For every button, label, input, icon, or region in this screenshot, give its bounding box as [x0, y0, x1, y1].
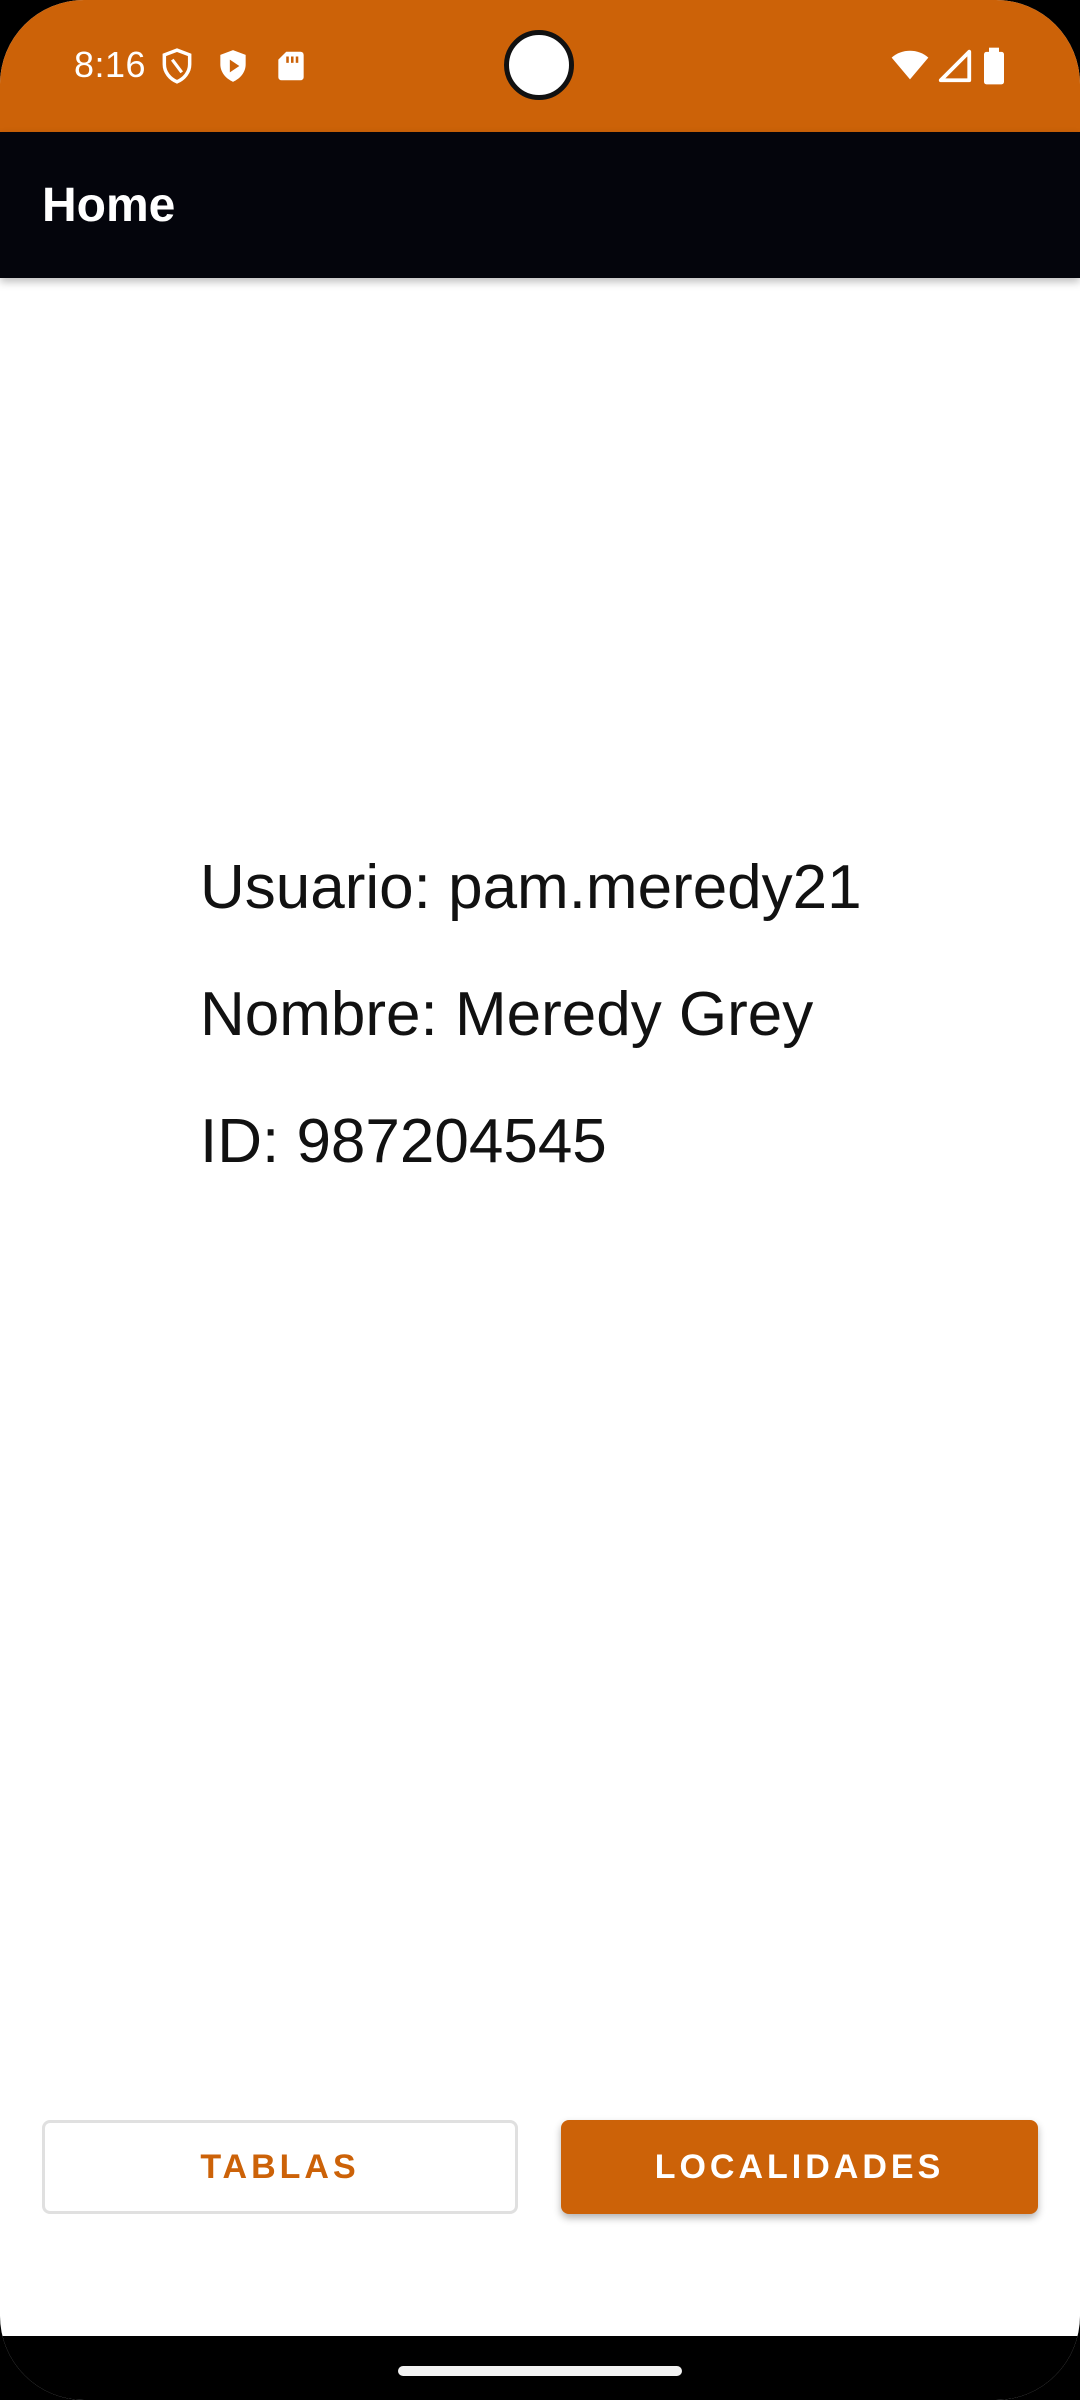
sd-card-icon — [272, 46, 310, 86]
usuario-text: Usuario: pam.meredy21 — [200, 853, 862, 922]
wifi-icon — [888, 46, 932, 86]
camera-cutout — [504, 30, 574, 100]
tablas-button[interactable]: TABLAS — [42, 2120, 518, 2214]
phone-screen: 8:16 Home Usuario: pam.meredy21 Nombre: … — [0, 0, 1080, 2400]
localidades-button[interactable]: LOCALIDADES — [561, 2120, 1038, 2214]
signal-icon — [936, 46, 974, 86]
page-title: Home — [42, 179, 176, 232]
status-bar: 8:16 — [0, 0, 1080, 132]
battery-icon — [978, 46, 1010, 86]
id-text: ID: 987204545 — [200, 1107, 607, 1176]
status-time: 8:16 — [74, 44, 147, 85]
shield-icon — [158, 46, 196, 86]
nombre-text: Nombre: Meredy Grey — [200, 980, 814, 1049]
app-bar: Home — [0, 132, 1080, 278]
play-store-icon — [214, 46, 252, 86]
home-gesture-handle[interactable] — [398, 2366, 682, 2376]
